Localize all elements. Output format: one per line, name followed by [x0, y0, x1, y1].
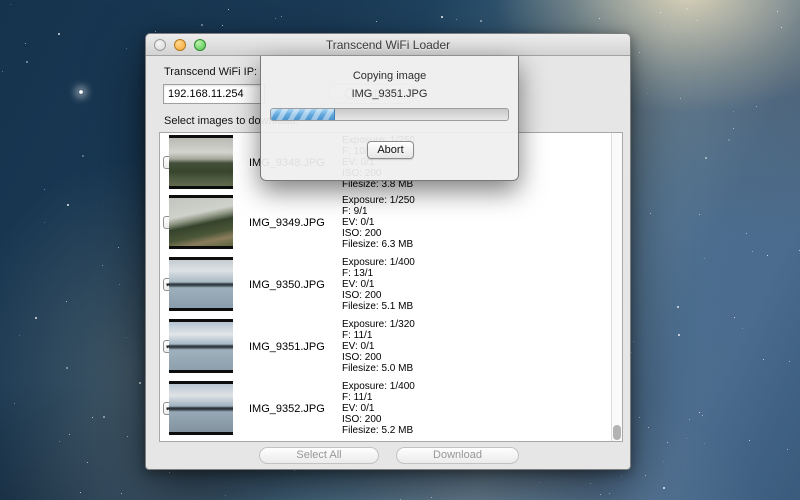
- exif-info: Exposure: 1/320 F: 11/1 EV: 0/1 ISO: 200…: [342, 319, 415, 374]
- thumbnail-image: [169, 381, 233, 435]
- close-button[interactable]: [154, 39, 166, 51]
- exif-info: Exposure: 1/400 F: 13/1 EV: 0/1 ISO: 200…: [342, 257, 415, 312]
- progress-fill: [271, 109, 335, 120]
- bright-star: [78, 89, 84, 95]
- dialog-filename: IMG_9351.JPG: [261, 88, 518, 100]
- thumbnail-image: [169, 319, 233, 373]
- image-filename: IMG_9350.JPG: [249, 279, 325, 291]
- image-filename: IMG_9351.JPG: [249, 341, 325, 353]
- progress-bar: [270, 108, 509, 121]
- dialog-title: Copying image: [261, 70, 518, 82]
- thumbnail-image: [169, 257, 233, 311]
- abort-button[interactable]: Abort: [367, 141, 414, 159]
- list-item[interactable]: IMG_9349.JPG Exposure: 1/250 F: 9/1 EV: …: [160, 193, 612, 251]
- thumbnail-image: [169, 135, 233, 189]
- desktop-wallpaper: Transcend WiFi Loader Transcend WiFi IP:…: [0, 0, 800, 500]
- list-item[interactable]: ✓ IMG_9350.JPG Exposure: 1/400 F: 13/1 E…: [160, 255, 612, 313]
- image-filename: IMG_9349.JPG: [249, 217, 325, 229]
- ip-input[interactable]: [163, 84, 265, 104]
- app-window: Transcend WiFi Loader Transcend WiFi IP:…: [145, 33, 631, 470]
- image-filename: IMG_9352.JPG: [249, 403, 325, 415]
- copying-dialog: Copying image IMG_9351.JPG Abort: [260, 56, 519, 181]
- thumbnail-image: [169, 195, 233, 249]
- list-item[interactable]: ✓ IMG_9352.JPG Exposure: 1/400 F: 11/1 E…: [160, 379, 612, 437]
- exif-info: Exposure: 1/250 F: 9/1 EV: 0/1 ISO: 200 …: [342, 195, 415, 250]
- scrollbar-thumb[interactable]: [613, 425, 621, 440]
- window-title: Transcend WiFi Loader: [146, 34, 630, 56]
- exif-info: Exposure: 1/400 F: 11/1 EV: 0/1 ISO: 200…: [342, 381, 415, 436]
- download-button[interactable]: Download: [396, 447, 519, 464]
- scrollbar-track[interactable]: [611, 133, 622, 441]
- list-item[interactable]: ✓ IMG_9351.JPG Exposure: 1/320 F: 11/1 E…: [160, 317, 612, 375]
- ip-label: Transcend WiFi IP:: [164, 66, 257, 78]
- select-all-button[interactable]: Select All: [259, 447, 379, 464]
- window-titlebar[interactable]: Transcend WiFi Loader: [146, 34, 630, 56]
- minimize-button[interactable]: [174, 39, 186, 51]
- zoom-button[interactable]: [194, 39, 206, 51]
